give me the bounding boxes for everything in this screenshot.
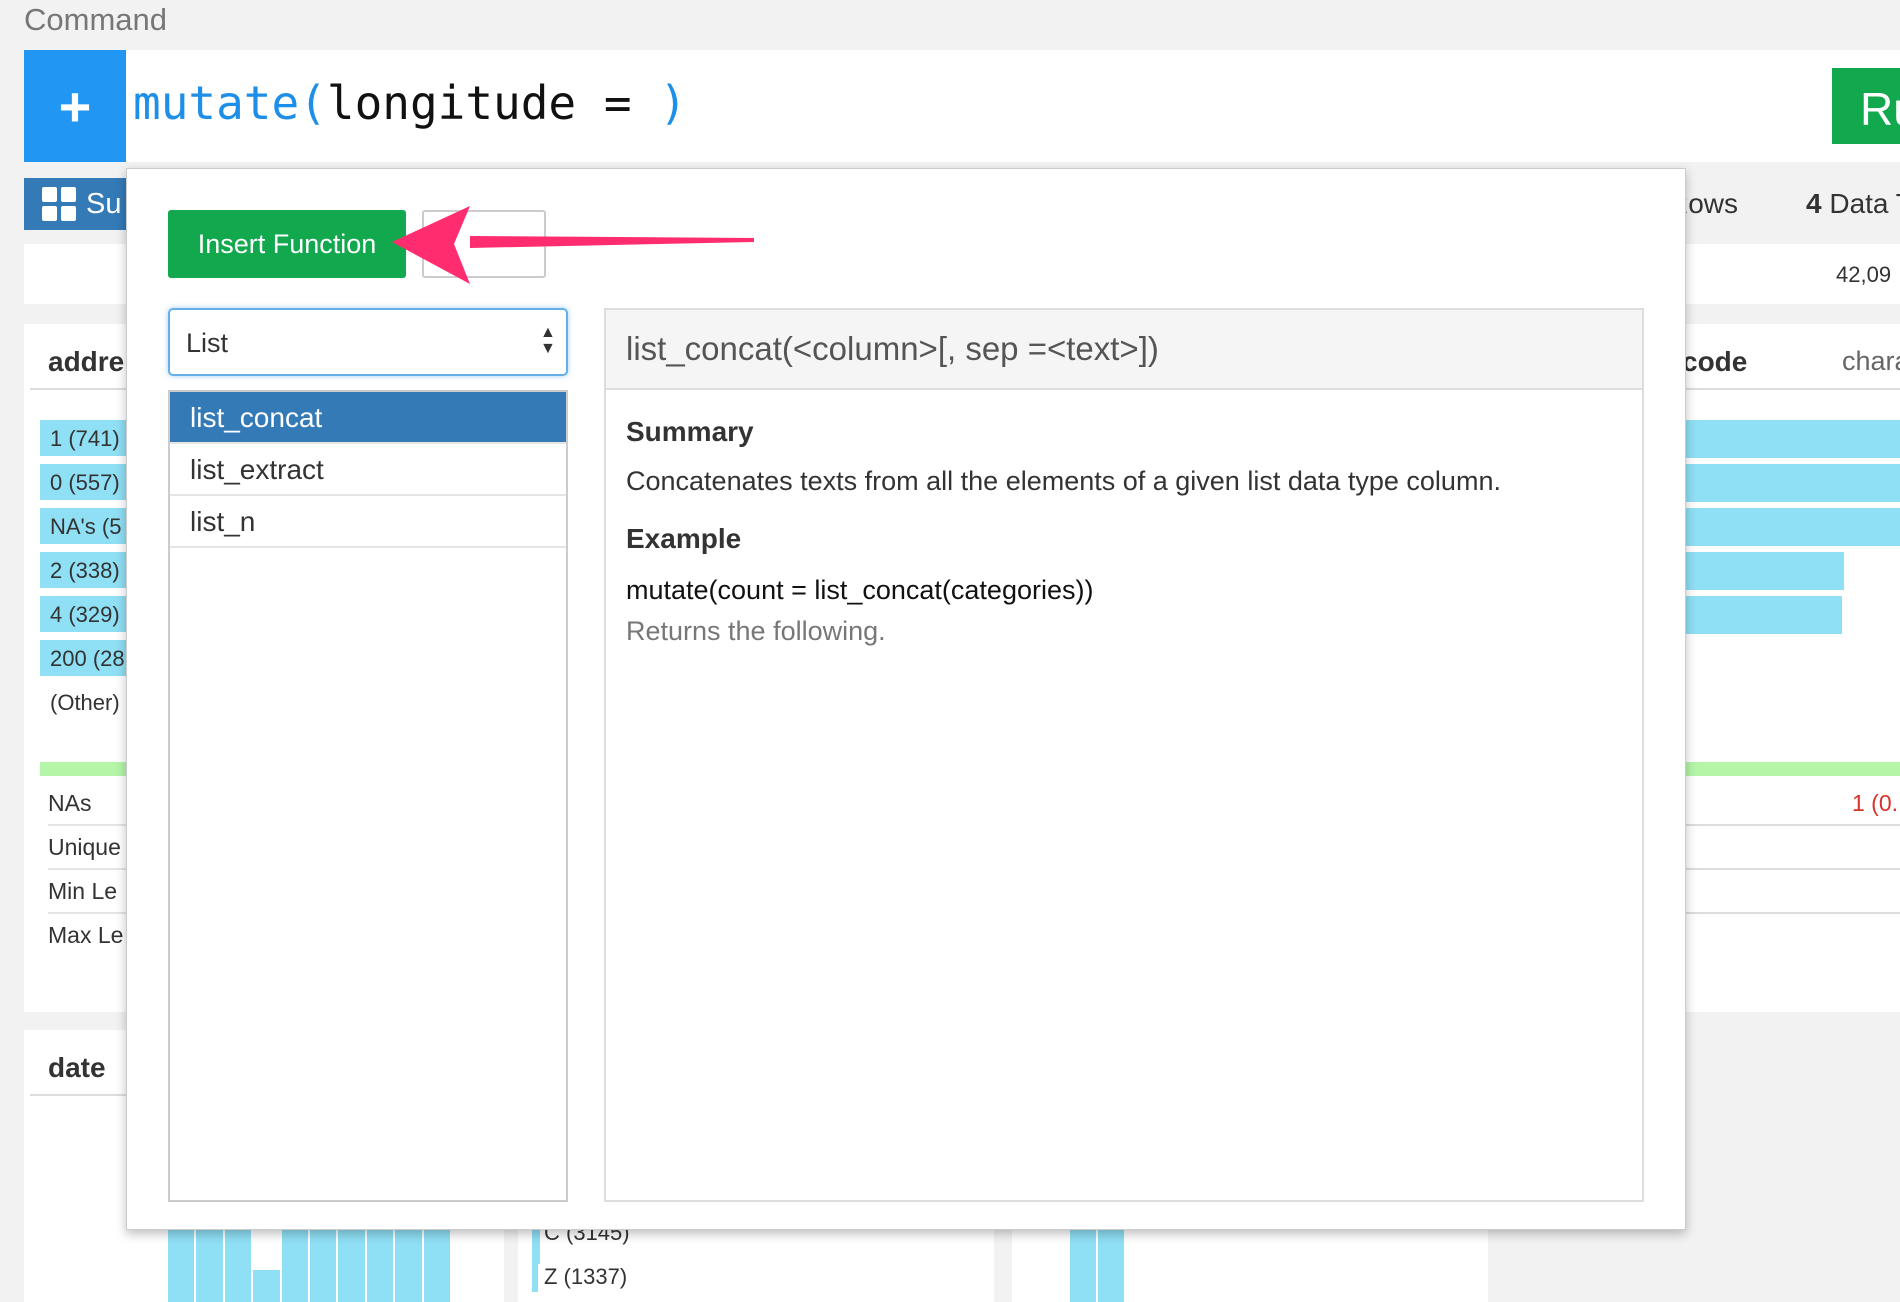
value-bar[interactable] — [1660, 508, 1900, 546]
histogram-bar[interactable] — [224, 1230, 252, 1302]
value-bar[interactable] — [1660, 464, 1900, 502]
example-note: Returns the following. — [626, 616, 886, 646]
column-header: code — [1682, 346, 1748, 377]
grid-icon — [42, 187, 76, 221]
arrow-shaft — [470, 236, 754, 248]
category-select[interactable]: List — [168, 308, 568, 376]
histogram-bar[interactable] — [196, 1230, 223, 1302]
divider — [1660, 824, 1900, 826]
datatype-label-text: Data T — [1829, 188, 1900, 219]
histogram-bar[interactable] — [1070, 1226, 1096, 1302]
summary-text: Concatenates texts from all the elements… — [626, 466, 1501, 496]
pointer-arrow — [392, 206, 754, 284]
column-header: addre — [48, 346, 125, 377]
histogram-bar[interactable] — [281, 1230, 309, 1302]
column-type: chara — [1842, 346, 1900, 376]
example-heading: Example — [626, 523, 742, 554]
command-arg-text: longitude = — [326, 76, 660, 130]
histogram-bar[interactable] — [310, 1230, 337, 1302]
divider — [1660, 912, 1900, 914]
na-value: 1 (0. — [1852, 790, 1899, 816]
summary-heading: Summary — [626, 416, 754, 447]
column-header: date — [48, 1052, 106, 1083]
histogram-bar[interactable] — [253, 1269, 280, 1302]
command-function-text: mutate( — [133, 76, 327, 130]
histogram-bar[interactable] — [395, 1230, 422, 1302]
add-step-button[interactable]: + — [24, 50, 126, 162]
completeness-bar — [1660, 762, 1900, 776]
column-card-code: code chara ) 1 (0. — [1660, 324, 1900, 1012]
value-bar[interactable] — [1660, 596, 1842, 634]
value-bar[interactable] — [1660, 552, 1844, 590]
histogram-bar[interactable] — [168, 1230, 195, 1302]
select-updown-icon: ▲ ▼ — [540, 324, 556, 357]
histogram-bar[interactable] — [366, 1230, 394, 1302]
function-item-list-concat[interactable]: list_concat — [170, 392, 566, 444]
function-item-list-n[interactable]: list_n — [170, 496, 566, 548]
insert-function-button[interactable]: Insert Function — [168, 210, 406, 278]
function-list: list_concat list_extract list_n — [168, 390, 568, 1202]
row-count-value: 42,09 — [1836, 262, 1892, 287]
value-label: Z (1337) — [544, 1264, 628, 1289]
run-button[interactable]: Ru — [1832, 68, 1900, 144]
histogram-bar[interactable] — [338, 1230, 365, 1302]
date-histogram — [168, 1230, 451, 1302]
function-signature: list_concat(<column>[, sep =<text>]) — [606, 310, 1642, 390]
mini-histogram — [1070, 1226, 1124, 1302]
value-bar[interactable] — [1660, 420, 1900, 458]
tab-summary-label: Su — [86, 187, 122, 220]
command-title: Command — [24, 2, 167, 37]
histogram-bar[interactable] — [1098, 1226, 1124, 1302]
function-item-list-extract[interactable]: list_extract — [170, 444, 566, 496]
command-close-paren: ) — [659, 76, 687, 130]
function-doc-panel: list_concat(<column>[, sep =<text>]) Sum… — [604, 308, 1644, 1202]
arrow-head — [392, 206, 470, 284]
datatype-count-label: 4 Data T — [1806, 188, 1900, 220]
divider — [1660, 388, 1900, 390]
value-bar[interactable] — [532, 1258, 538, 1292]
example-code: mutate(count = list_concat(categories)) — [626, 575, 1094, 605]
histogram-bar[interactable] — [423, 1230, 451, 1302]
divider — [1660, 868, 1900, 870]
datatype-count: 4 — [1806, 188, 1822, 219]
command-input[interactable]: mutate(longitude = ) — [133, 76, 687, 130]
